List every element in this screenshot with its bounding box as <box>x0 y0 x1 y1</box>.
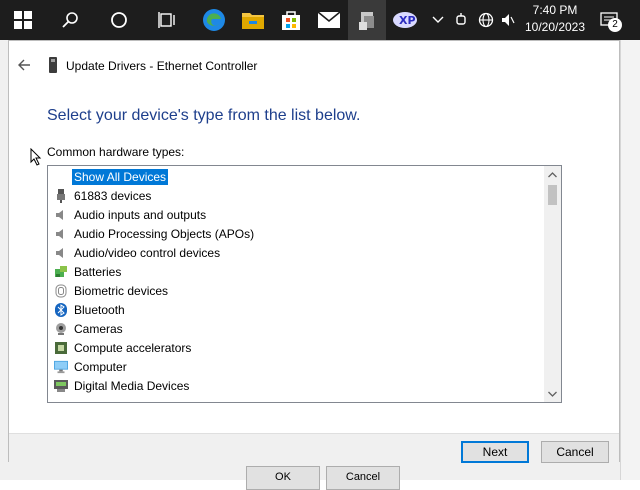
media-device-icon <box>54 379 68 393</box>
list-item[interactable]: Audio/video control devices <box>54 243 222 262</box>
next-button[interactable]: Next <box>461 441 529 463</box>
edge-icon[interactable] <box>195 0 233 40</box>
hardware-types-list[interactable]: Show All Devices 61883 devices Audio inp… <box>47 165 562 403</box>
app-icon[interactable]: XP <box>386 0 424 40</box>
bluetooth-icon <box>54 302 68 317</box>
chevron-up-icon[interactable] <box>430 0 446 40</box>
store-icon[interactable] <box>272 0 310 40</box>
fingerprint-icon <box>54 284 68 298</box>
speaker-icon <box>54 208 68 222</box>
speaker-icon <box>54 246 68 260</box>
volume-icon[interactable] <box>500 0 516 40</box>
list-item[interactable]: Computer <box>54 357 129 376</box>
clock-time: 7:40 PM <box>532 3 578 17</box>
list-item[interactable]: Compute accelerators <box>54 338 193 357</box>
task-view-icon[interactable] <box>148 0 186 40</box>
background-ok-button[interactable]: OK <box>246 466 320 490</box>
scroll-up-arrow-icon[interactable] <box>544 166 561 183</box>
monitor-icon <box>54 360 68 374</box>
dialog-title: Update Drivers - Ethernet Controller <box>66 59 258 73</box>
background-cancel-button[interactable]: Cancel <box>326 466 400 490</box>
action-center-icon[interactable]: 2 <box>596 0 622 40</box>
hardware-types-label: Common hardware types: <box>47 145 185 159</box>
update-drivers-dialog: Update Drivers - Ethernet Controller Sel… <box>8 40 620 464</box>
list-item[interactable]: Audio inputs and outputs <box>54 205 208 224</box>
cancel-button[interactable]: Cancel <box>541 441 609 463</box>
battery-icon <box>54 265 68 279</box>
scroll-thumb[interactable] <box>548 185 557 205</box>
cortana-icon[interactable] <box>100 0 138 40</box>
list-item[interactable]: Show All Devices <box>54 167 169 186</box>
back-arrow-icon[interactable] <box>15 55 35 75</box>
usb-plug-icon <box>54 188 68 203</box>
list-item[interactable]: Cameras <box>54 319 125 338</box>
list-scrollbar[interactable] <box>544 166 561 402</box>
start-icon[interactable] <box>4 0 42 40</box>
list-item[interactable]: Bluetooth <box>54 300 127 319</box>
clock[interactable]: 7:40 PM 10/20/2023 <box>516 2 594 38</box>
svg-text:XP: XP <box>399 14 416 27</box>
list-item[interactable]: Batteries <box>54 262 123 281</box>
search-icon[interactable] <box>52 0 90 40</box>
chip-icon <box>54 341 68 355</box>
file-explorer-icon[interactable] <box>234 0 272 40</box>
ethernet-device-icon <box>48 57 58 73</box>
taskbar: XP 7:40 PM 10/20/2023 2 <box>0 0 640 40</box>
blank-icon <box>54 170 68 184</box>
background-window-edge <box>620 40 640 480</box>
mouse-cursor-icon <box>30 147 42 169</box>
notification-badge: 2 <box>608 18 622 32</box>
list-item[interactable]: 61883 devices <box>54 186 153 205</box>
network-globe-icon[interactable] <box>476 0 496 40</box>
clock-date: 10/20/2023 <box>524 20 586 34</box>
scroll-down-arrow-icon[interactable] <box>544 385 561 402</box>
list-item[interactable]: Digital Media Devices <box>54 376 191 395</box>
camera-icon <box>54 322 68 336</box>
device-manager-icon[interactable] <box>348 0 386 40</box>
list-item[interactable]: Audio Processing Objects (APOs) <box>54 224 256 243</box>
page-heading: Select your device's type from the list … <box>47 107 361 124</box>
usb-tray-icon[interactable] <box>452 0 470 40</box>
list-item[interactable]: Biometric devices <box>54 281 170 300</box>
speaker-icon <box>54 227 68 241</box>
mail-icon[interactable] <box>310 0 348 40</box>
